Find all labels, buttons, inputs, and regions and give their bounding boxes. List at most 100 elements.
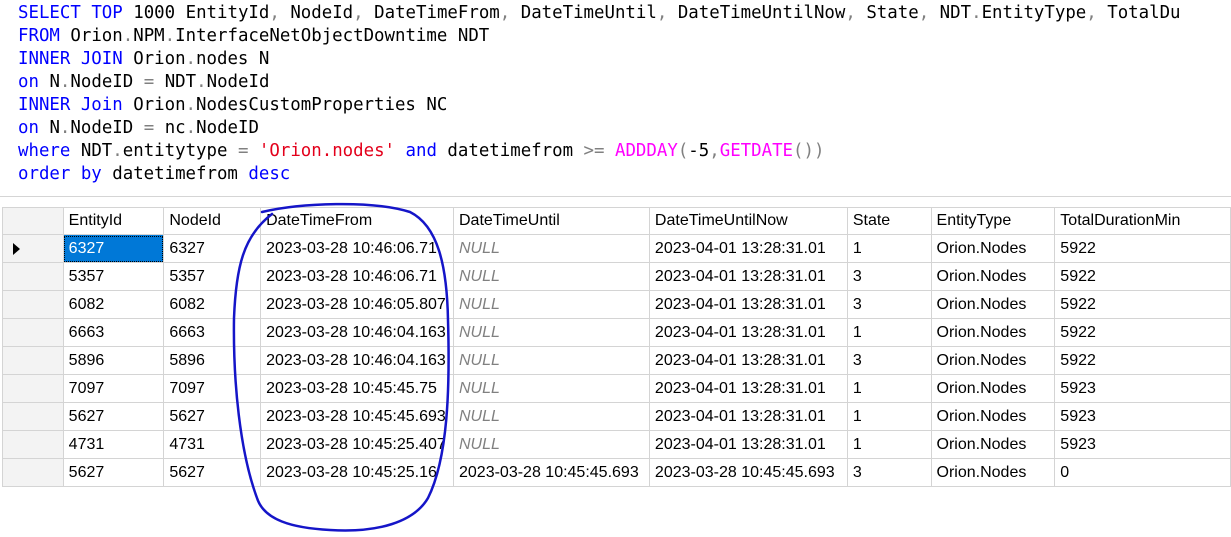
table-row[interactable]: 5357 5357 2023-03-28 10:46:06.71 NULL 2023-0… [2,262,1231,291]
table-cell[interactable]: Orion.Nodes [930,374,1056,403]
column-header[interactable]: DateTimeUntilNow [648,207,848,235]
column-header[interactable]: State [846,207,932,235]
table-cell[interactable]: 5627 [62,402,165,431]
table-cell[interactable]: 2023-04-01 13:28:31.01 [648,402,848,431]
table-cell[interactable]: 5922 [1054,290,1231,319]
table-cell[interactable]: NULL [453,234,650,263]
table-cell[interactable]: 7097 [163,374,262,403]
row-header[interactable] [2,430,64,459]
table-cell[interactable]: 0 [1054,458,1231,487]
table-cell[interactable]: 4731 [62,430,165,459]
table-cell[interactable]: Orion.Nodes [930,290,1056,319]
table-cell[interactable]: 2023-04-01 13:28:31.01 [648,318,848,347]
table-cell[interactable]: 3 [846,458,932,487]
column-header[interactable]: EntityId [62,207,165,235]
table-cell[interactable]: 6082 [163,290,262,319]
table-cell[interactable]: 5922 [1054,318,1231,347]
table-cell[interactable]: 5896 [62,346,165,375]
table-cell[interactable]: NULL [453,430,650,459]
table-cell[interactable]: 5896 [163,346,262,375]
table-cell[interactable]: 6663 [62,318,165,347]
table-cell[interactable]: NULL [453,262,650,291]
table-cell[interactable]: 7097 [62,374,165,403]
table-cell[interactable]: 2023-03-28 10:46:05.807 [260,290,454,319]
row-header[interactable] [2,290,64,319]
table-cell[interactable]: 6327 [163,234,262,263]
table-cell[interactable]: NULL [453,290,650,319]
table-cell[interactable]: 2023-04-01 13:28:31.01 [648,346,848,375]
table-cell[interactable]: 5922 [1054,262,1231,291]
table-cell[interactable]: 5627 [163,458,262,487]
select-all-corner[interactable] [2,207,64,235]
table-cell[interactable]: Orion.Nodes [930,430,1056,459]
column-header[interactable]: NodeId [163,207,262,235]
table-cell[interactable]: 5627 [62,458,165,487]
table-cell[interactable]: 3 [846,262,932,291]
table-cell[interactable]: Orion.Nodes [930,234,1056,263]
table-cell[interactable]: 5923 [1054,430,1231,459]
table-cell[interactable]: 1 [846,430,932,459]
table-cell[interactable]: 2023-03-28 10:46:06.71 [260,262,454,291]
row-header[interactable] [2,402,64,431]
table-cell[interactable]: Orion.Nodes [930,262,1056,291]
table-cell[interactable]: NULL [453,402,650,431]
table-cell[interactable]: Orion.Nodes [930,318,1056,347]
table-cell[interactable]: 2023-03-28 10:45:25.16 [260,458,454,487]
table-row[interactable]: 5627 5627 2023-03-28 10:45:45.693 NULL 2023-… [2,402,1231,431]
row-header[interactable] [2,262,64,291]
row-header[interactable] [2,318,64,347]
table-cell[interactable]: 2023-03-28 10:46:06.71 [260,234,454,263]
table-cell[interactable]: 2023-04-01 13:28:31.01 [648,262,848,291]
table-cell[interactable]: 2023-03-28 10:45:25.407 [260,430,454,459]
column-header[interactable]: EntityType [930,207,1056,235]
column-header[interactable]: DateTimeFrom [260,207,454,235]
table-cell[interactable]: NULL [453,346,650,375]
table-row[interactable]: 6082 6082 2023-03-28 10:46:05.807 NULL 2023-… [2,290,1231,319]
table-cell[interactable]: Orion.Nodes [930,402,1056,431]
table-cell[interactable]: 6663 [163,318,262,347]
table-cell[interactable]: 5357 [163,262,262,291]
column-header[interactable]: DateTimeUntil [453,207,650,235]
table-cell[interactable]: Orion.Nodes [930,458,1056,487]
table-cell[interactable]: 3 [846,290,932,319]
table-cell[interactable]: NULL [453,374,650,403]
table-row[interactable]: 5896 5896 2023-03-28 10:46:04.163 NULL 2023-… [2,346,1231,375]
table-cell[interactable]: 2023-03-28 10:46:04.163 [260,346,454,375]
table-cell[interactable]: 5922 [1054,234,1231,263]
results-table[interactable]: EntityId NodeId DateTimeFrom DateTimeUntil D… [2,207,1231,487]
table-cell[interactable]: 4731 [163,430,262,459]
table-cell[interactable]: 5922 [1054,346,1231,375]
table-cell[interactable]: 2023-04-01 13:28:31.01 [648,290,848,319]
results-grid[interactable]: EntityId NodeId DateTimeFrom DateTimeUntil D… [0,196,1231,537]
table-row[interactable]: 6663 6663 2023-03-28 10:46:04.163 NULL 2023-… [2,318,1231,347]
table-cell[interactable]: 2023-04-01 13:28:31.01 [648,374,848,403]
row-header[interactable] [2,346,64,375]
table-cell[interactable]: 1 [846,402,932,431]
table-cell[interactable]: 5923 [1054,402,1231,431]
table-cell[interactable]: 6327 [62,234,165,263]
row-header[interactable] [2,458,64,487]
row-header[interactable] [2,374,64,403]
table-row[interactable]: 5627 5627 2023-03-28 10:45:25.16 2023-03-28… [2,458,1231,487]
table-cell[interactable]: 6082 [62,290,165,319]
table-cell[interactable]: NULL [453,318,650,347]
table-cell[interactable]: 2023-03-28 10:45:45.693 [260,402,454,431]
table-cell[interactable]: 2023-03-28 10:45:45.693 [453,458,650,487]
table-cell[interactable]: 3 [846,346,932,375]
row-header[interactable] [2,234,64,263]
table-cell[interactable]: 5923 [1054,374,1231,403]
table-row[interactable]: 6327 6327 2023-03-28 10:46:06.71 NULL 2023-0… [2,234,1231,263]
table-cell[interactable]: 2023-03-28 10:45:45.693 [648,458,848,487]
table-cell[interactable]: 2023-04-01 13:28:31.01 [648,430,848,459]
query-editor[interactable]: SELECT TOP 1000 EntityId, NodeId, DateTi… [0,0,1231,196]
table-cell[interactable]: Orion.Nodes [930,346,1056,375]
table-cell[interactable]: 2023-03-28 10:45:45.75 [260,374,454,403]
table-row[interactable]: 4731 4731 2023-03-28 10:45:25.407 NULL 2023-… [2,430,1231,459]
table-cell[interactable]: 2023-04-01 13:28:31.01 [648,234,848,263]
table-row[interactable]: 7097 7097 2023-03-28 10:45:45.75 NULL 2023-0… [2,374,1231,403]
table-cell[interactable]: 1 [846,234,932,263]
column-header[interactable]: TotalDurationMin [1054,207,1231,235]
table-cell[interactable]: 5627 [163,402,262,431]
table-cell[interactable]: 1 [846,374,932,403]
table-cell[interactable]: 2023-03-28 10:46:04.163 [260,318,454,347]
